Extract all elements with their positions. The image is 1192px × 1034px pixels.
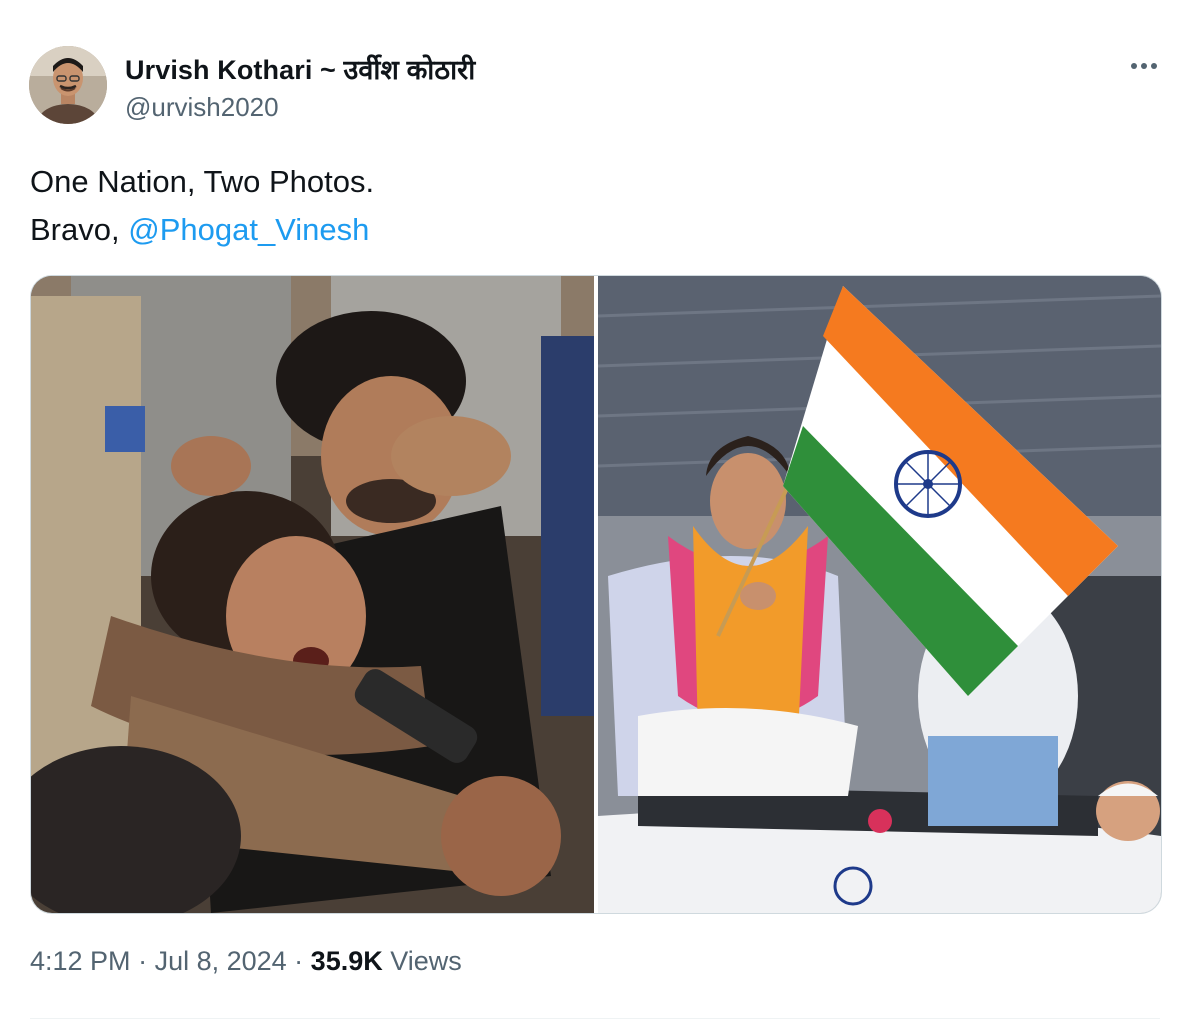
dot (1131, 63, 1137, 69)
photo-celebration-with-flag[interactable] (598, 276, 1161, 913)
celebration-image (598, 276, 1161, 913)
protest-image (31, 276, 594, 913)
tweet-text-line-1: One Nation, Two Photos. (30, 164, 375, 199)
separator-dot: · (286, 946, 311, 976)
dot (1151, 63, 1157, 69)
tweet-text: One Nation, Two Photos. Bravo, @Phogat_V… (30, 158, 374, 254)
media-grid (30, 275, 1162, 914)
divider (30, 1018, 1160, 1019)
avatar-image (29, 46, 107, 124)
more-horizontal-icon[interactable] (1124, 52, 1164, 80)
tweet-text-line-2: Bravo, @Phogat_Vinesh (30, 206, 374, 254)
tweet-text-prefix: Bravo, (30, 212, 129, 247)
author-display-name[interactable]: Urvish Kothari ~ उर्वीश कोठारी (125, 50, 475, 87)
tweet: Urvish Kothari ~ उर्वीश कोठारी @urvish20… (0, 0, 1192, 1034)
views-label: Views (382, 946, 462, 976)
author-handle[interactable]: @urvish2020 (125, 92, 279, 123)
avatar[interactable] (29, 46, 107, 124)
mention-link[interactable]: @Phogat_Vinesh (128, 212, 369, 247)
tweet-date[interactable]: Jul 8, 2024 (155, 946, 287, 976)
dot (1141, 63, 1147, 69)
photo-protest-scene[interactable] (31, 276, 594, 913)
separator-dot: · (130, 946, 155, 976)
tweet-time[interactable]: 4:12 PM (30, 946, 131, 976)
tweet-meta: 4:12 PM · Jul 8, 2024 · 35.9K Views (30, 946, 462, 977)
views-count: 35.9K (310, 946, 383, 976)
